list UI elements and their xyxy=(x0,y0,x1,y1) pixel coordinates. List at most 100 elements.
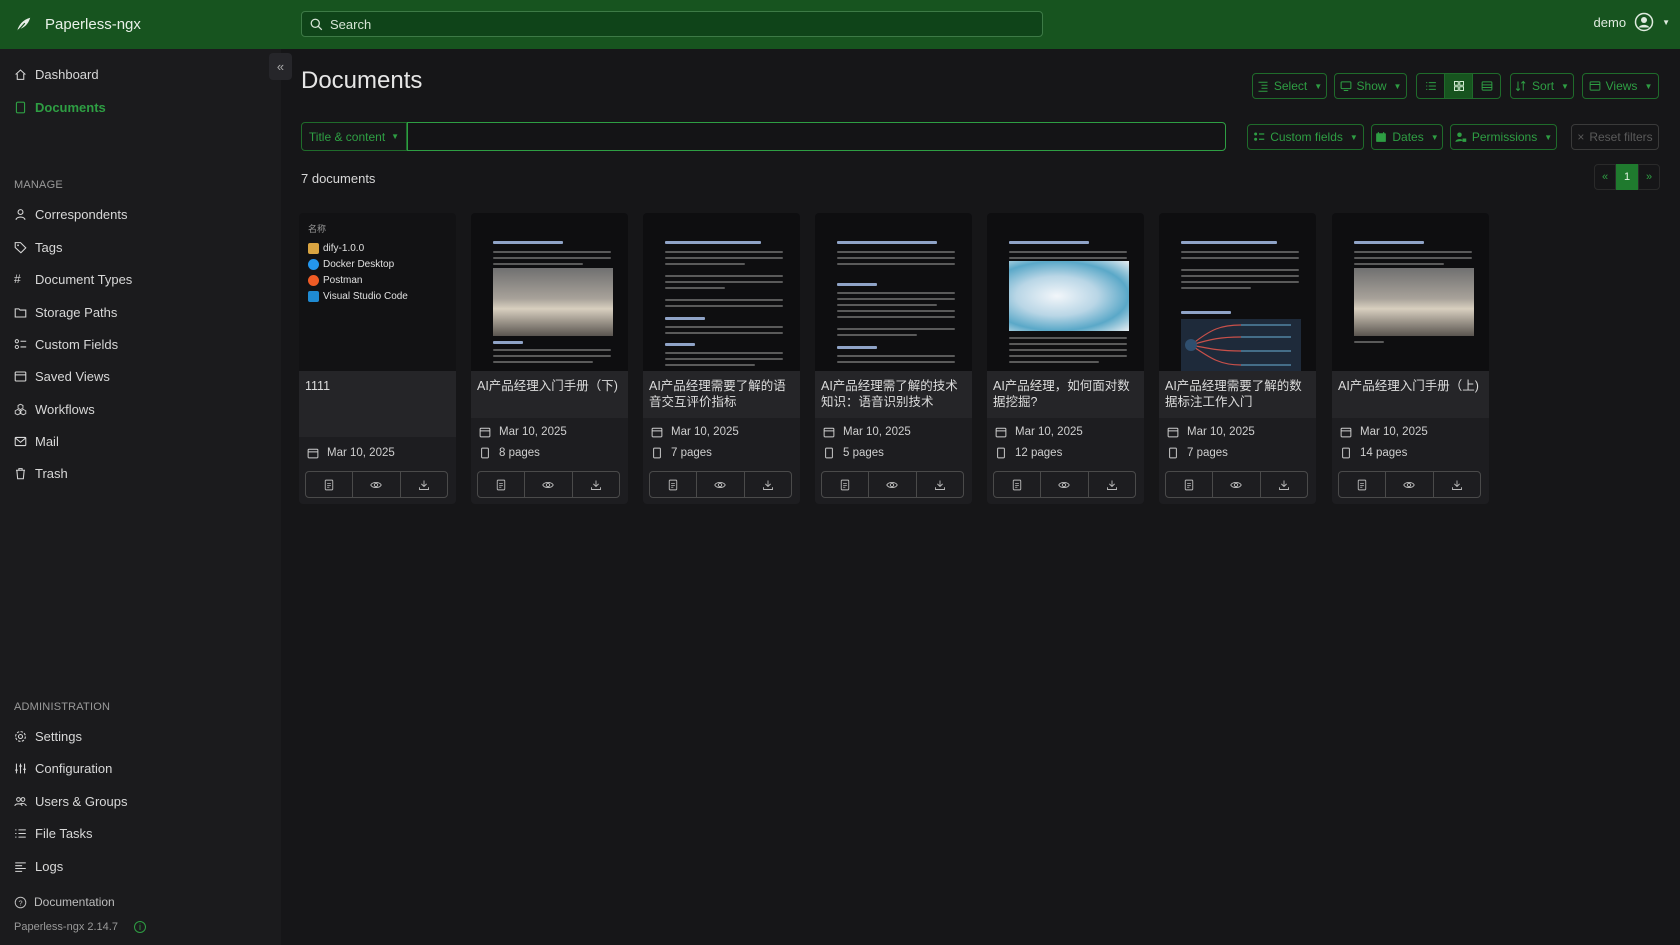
calendar-icon xyxy=(1167,427,1179,438)
thumb-text xyxy=(837,304,937,306)
document-thumbnail[interactable] xyxy=(643,213,800,371)
select-dropdown[interactable]: Select ▼ xyxy=(1252,73,1327,99)
sidebar-item-mail[interactable]: Mail xyxy=(14,429,59,453)
caret-down-icon: ▼ xyxy=(391,132,400,141)
document-card[interactable]: AI产品经理需了解的技术知识：语音识别技术 Mar 10, 2025 5 pag… xyxy=(815,213,972,504)
view-list-button[interactable] xyxy=(1416,73,1445,99)
document-card[interactable]: AI产品经理需要了解的数据标注工作入门 Mar 10, 2025 7 pages xyxy=(1159,213,1316,504)
search-input[interactable] xyxy=(330,16,1030,32)
envelope-icon xyxy=(14,436,27,446)
open-details-button[interactable] xyxy=(1339,472,1387,497)
user-menu[interactable]: demo ▼ xyxy=(1594,12,1670,32)
open-details-button[interactable] xyxy=(650,472,698,497)
document-thumbnail[interactable] xyxy=(471,213,628,371)
thumb-text xyxy=(1181,269,1299,271)
caret-down-icon: ▼ xyxy=(1544,132,1553,142)
reset-filters-button[interactable]: × Reset filters xyxy=(1571,124,1659,150)
thumb-text xyxy=(665,305,783,307)
info-icon[interactable]: i xyxy=(133,921,146,933)
preview-button[interactable] xyxy=(697,472,745,497)
preview-button[interactable] xyxy=(1041,472,1089,497)
download-button[interactable] xyxy=(745,472,791,497)
download-button[interactable] xyxy=(401,472,447,497)
sidebar-item-file-tasks[interactable]: File Tasks xyxy=(14,821,93,845)
brand[interactable]: Paperless-ngx xyxy=(0,16,301,34)
documentation-link[interactable]: ? Documentation xyxy=(14,895,115,909)
thumb-text xyxy=(1354,341,1384,343)
sidebar-item-dashboard[interactable]: Dashboard xyxy=(14,62,99,86)
download-button[interactable] xyxy=(1089,472,1135,497)
open-details-button[interactable] xyxy=(994,472,1042,497)
thumb-text xyxy=(665,326,783,328)
document-thumbnail[interactable] xyxy=(1159,213,1316,371)
dates-filter-dropdown[interactable]: Dates ▼ xyxy=(1371,124,1443,150)
preview-button[interactable] xyxy=(525,472,573,497)
search-icon xyxy=(310,18,323,30)
sidebar-item-logs[interactable]: Logs xyxy=(14,854,63,878)
document-thumbnail[interactable] xyxy=(1332,213,1489,371)
pagination-page[interactable]: 1 xyxy=(1616,164,1638,190)
download-button[interactable] xyxy=(1261,472,1307,497)
pagination-next[interactable]: » xyxy=(1638,164,1660,190)
card-date: Mar 10, 2025 xyxy=(823,426,911,438)
custom-fields-filter-dropdown[interactable]: Custom fields ▼ xyxy=(1247,124,1364,150)
document-card[interactable]: AI产品经理入门手册（上) Mar 10, 2025 14 pages xyxy=(1332,213,1489,504)
document-thumbnail[interactable] xyxy=(815,213,972,371)
administration-section-label: ADMINISTRATION xyxy=(14,701,111,713)
view-grid-button[interactable] xyxy=(1444,73,1473,99)
sidebar-item-workflows[interactable]: Workflows xyxy=(14,397,95,421)
global-search[interactable] xyxy=(301,11,1043,37)
sidebar-item-storage-paths[interactable]: Storage Paths xyxy=(14,300,117,324)
file-icon xyxy=(15,101,26,113)
sidebar-item-documents[interactable]: Documents xyxy=(14,95,106,119)
thumb-text xyxy=(1009,355,1127,357)
document-card[interactable]: AI产品经理，如何面对数据挖掘? Mar 10, 2025 12 pages xyxy=(987,213,1144,504)
file-text-icon xyxy=(324,479,334,490)
collapse-sidebar-button[interactable]: « xyxy=(269,53,292,80)
views-dropdown[interactable]: Views ▼ xyxy=(1582,73,1659,99)
sidebar-item-configuration[interactable]: Configuration xyxy=(14,756,112,780)
document-thumbnail[interactable] xyxy=(987,213,1144,371)
sidebar-item-custom-fields[interactable]: Custom Fields xyxy=(14,332,118,356)
permissions-filter-dropdown[interactable]: Permissions ▼ xyxy=(1450,124,1557,150)
open-details-button[interactable] xyxy=(478,472,526,497)
document-card[interactable]: AI产品经理入门手册（下) Mar 10, 2025 8 pages xyxy=(471,213,628,504)
sidebar-item-trash[interactable]: Trash xyxy=(14,461,68,485)
sidebar-item-correspondents[interactable]: Correspondents xyxy=(14,202,128,226)
sidebar-item-tags[interactable]: Tags xyxy=(14,235,62,259)
download-button[interactable] xyxy=(573,472,619,497)
sidebar-item-users-groups[interactable]: Users & Groups xyxy=(14,789,127,813)
open-details-button[interactable] xyxy=(1166,472,1214,497)
document-card[interactable]: AI产品经理需要了解的语音交互评价指标 Mar 10, 2025 7 pages xyxy=(643,213,800,504)
download-button[interactable] xyxy=(1434,472,1480,497)
thumb-text xyxy=(837,310,955,312)
preview-button[interactable] xyxy=(1213,472,1261,497)
thumb-text xyxy=(837,334,917,336)
thumb-text xyxy=(665,358,783,360)
files-icon xyxy=(1169,447,1177,459)
show-dropdown[interactable]: Show ▼ xyxy=(1334,73,1407,99)
download-button[interactable] xyxy=(917,472,963,497)
sidebar-item-saved-views[interactable]: Saved Views xyxy=(14,364,110,388)
view-details-button[interactable] xyxy=(1472,73,1501,99)
grid-icon xyxy=(1453,81,1464,91)
thumb-text xyxy=(665,281,783,283)
filter-mode-dropdown[interactable]: Title & content ▼ xyxy=(301,122,407,151)
filter-text-input[interactable] xyxy=(407,122,1226,151)
document-thumbnail[interactable]: 名称 dify-1.0.0 Docker Desktop Postman Vis… xyxy=(299,213,456,371)
window-stack-icon xyxy=(14,371,27,381)
pagination-prev[interactable]: « xyxy=(1594,164,1616,190)
preview-button[interactable] xyxy=(869,472,917,497)
open-details-button[interactable] xyxy=(822,472,870,497)
thumb-heading xyxy=(493,341,523,344)
preview-button[interactable] xyxy=(1386,472,1434,497)
files-icon xyxy=(997,447,1005,459)
person-icon xyxy=(15,208,26,220)
sidebar-item-document-types[interactable]: # Document Types xyxy=(14,267,132,291)
preview-button[interactable] xyxy=(353,472,401,497)
sidebar-item-settings[interactable]: Settings xyxy=(14,724,82,748)
sort-dropdown[interactable]: Sort ▼ xyxy=(1510,73,1574,99)
open-details-button[interactable] xyxy=(306,472,354,497)
document-card[interactable]: 名称 dify-1.0.0 Docker Desktop Postman Vis… xyxy=(299,213,456,504)
ui-radios-icon xyxy=(14,338,27,349)
